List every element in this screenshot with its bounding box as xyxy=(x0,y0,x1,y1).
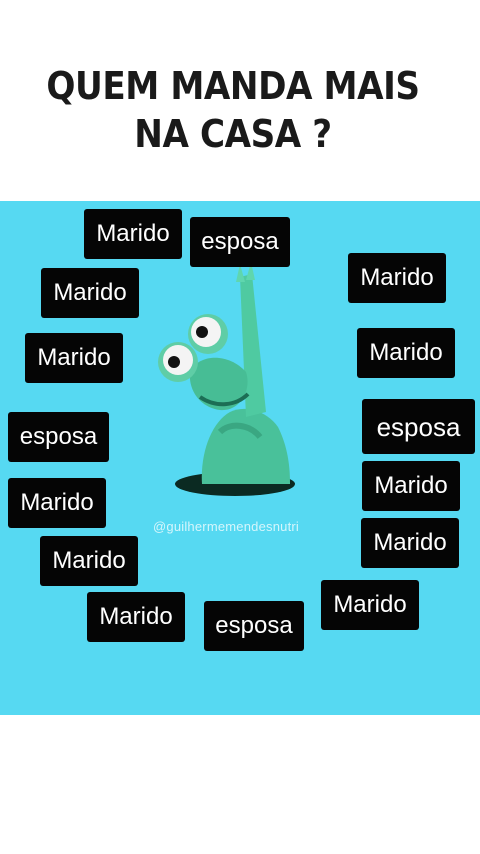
frog-body xyxy=(201,408,290,484)
title-line-1: QUEM MANDA MAIS xyxy=(46,64,420,108)
label-esposa-4: esposa xyxy=(204,601,304,651)
label-esposa-2: esposa xyxy=(8,412,109,462)
label-marido-4: Marido xyxy=(25,333,123,383)
page-title: QUEM MANDA MAIS NA CASA ? xyxy=(23,62,442,158)
label-marido-3: Marido xyxy=(348,253,446,303)
frog-puppet-illustration xyxy=(158,262,295,496)
label-marido-1: Marido xyxy=(84,209,182,259)
label-esposa-3: esposa xyxy=(362,399,475,454)
label-marido-10: Marido xyxy=(321,580,419,630)
label-marido-2: Marido xyxy=(41,268,139,318)
label-marido-9: Marido xyxy=(40,536,138,586)
label-esposa-1: esposa xyxy=(190,217,290,267)
label-marido-11: Marido xyxy=(87,592,185,642)
frog-pupil-left xyxy=(196,326,208,338)
label-marido-5: Marido xyxy=(357,328,455,378)
frog-pupil-right xyxy=(168,356,180,368)
watermark: @guilhermemendesnutri xyxy=(153,519,300,534)
title-line-2: NA CASA ? xyxy=(134,112,332,156)
label-marido-8: Marido xyxy=(361,518,459,568)
label-marido-7: Marido xyxy=(8,478,106,528)
label-marido-6: Marido xyxy=(362,461,460,511)
